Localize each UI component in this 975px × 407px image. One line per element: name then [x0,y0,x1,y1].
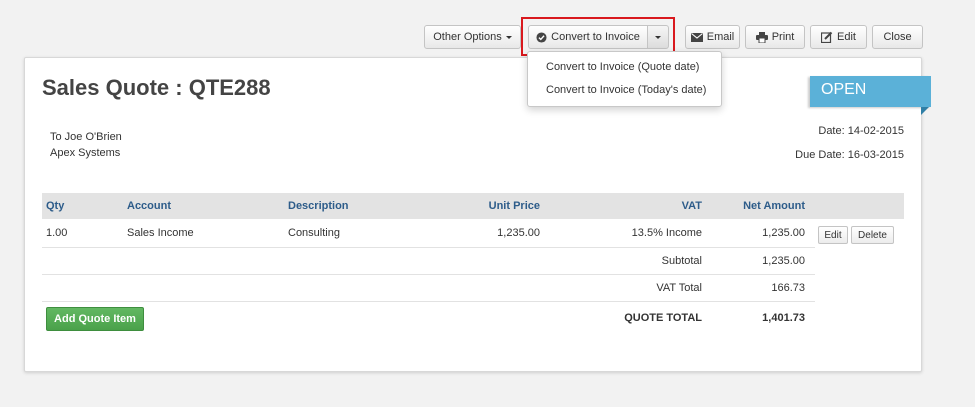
menu-item-convert-quote-date[interactable]: Convert to Invoice (Quote date) [546,61,699,73]
envelope-icon [690,32,703,42]
other-options-label: Other Options [433,31,502,43]
status-ribbon: OPEN [810,76,931,107]
edit-icon [821,31,833,43]
vat-total-label: VAT Total [656,282,702,294]
header-vat: VAT [681,200,702,212]
row-divider [42,274,815,275]
print-label: Print [771,31,795,43]
header-unit-price: Unit Price [488,200,540,212]
caret-down-icon [505,35,512,39]
row-account: Sales Income [127,227,194,239]
page-title: Sales Quote : QTE288 [42,75,271,100]
row-qty: 1.00 [46,227,68,239]
menu-item-convert-todays-date[interactable]: Convert to Invoice (Today's date) [546,84,706,96]
row-edit-label: Edit [824,229,842,241]
row-net-amount: 1,235.00 [762,227,805,239]
subtotal-label: Subtotal [661,255,702,267]
ribbon-fold [921,107,929,115]
row-divider [42,301,815,302]
edit-label: Edit [837,31,856,43]
convert-dropdown-menu: Convert to Invoice (Quote date) Convert … [527,51,722,107]
vat-total-value: 166.73 [771,282,805,294]
print-button[interactable]: Print [745,25,805,49]
add-quote-item-label: Add Quote Item [54,313,136,325]
subtotal-value: 1,235.00 [762,255,805,267]
status-label: OPEN [821,81,867,98]
due-date: Due Date: 16-03-2015 [795,149,904,161]
quote-total-label: QUOTE TOTAL [624,312,702,324]
row-unit-price: 1,235.00 [497,227,540,239]
row-delete-label: Delete [858,229,887,241]
edit-button[interactable]: Edit [810,25,867,49]
quote-date: Date: 14-02-2015 [818,125,904,137]
row-description: Consulting [288,227,340,239]
close-label: Close [883,31,912,43]
row-delete-button[interactable]: Delete [851,226,894,244]
quote-total-value: 1,401.73 [762,312,805,324]
recipient-company: Apex Systems [50,147,121,159]
row-divider [42,247,815,248]
email-label: Email [706,31,735,43]
header-account: Account [127,200,171,212]
header-description: Description [288,200,349,212]
recipient-name: To Joe O'Brien [50,131,122,143]
printer-icon [755,31,768,43]
add-quote-item-button[interactable]: Add Quote Item [46,307,144,331]
header-net-amount: Net Amount [743,200,805,212]
row-vat: 13.5% Income [631,227,702,239]
recipient-block: To Joe O'Brien Apex Systems [50,129,122,161]
close-button[interactable]: Close [872,25,923,49]
row-edit-button[interactable]: Edit [818,226,848,244]
other-options-button[interactable]: Other Options [424,25,521,49]
header-qty: Qty [46,200,65,212]
email-button[interactable]: Email [685,25,740,49]
